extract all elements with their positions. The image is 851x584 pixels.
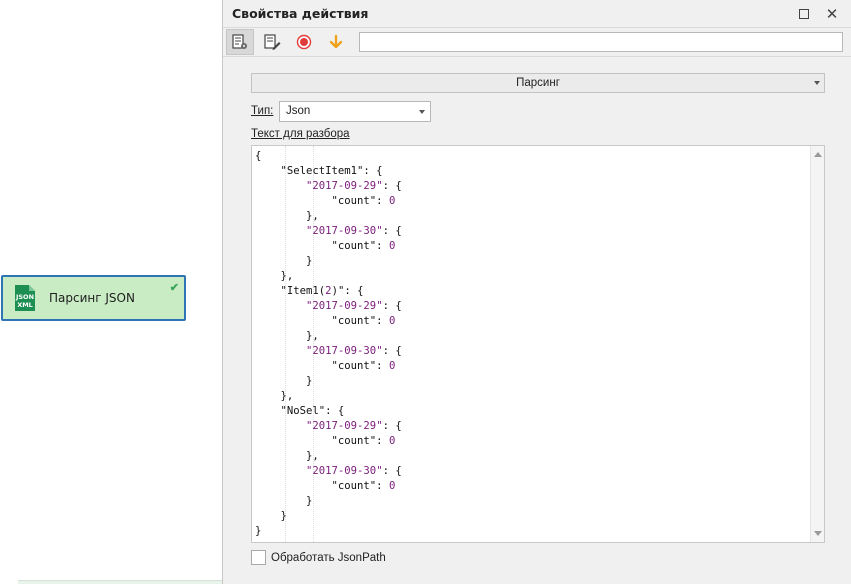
editor-line: },	[255, 270, 294, 282]
jsonpath-checkbox[interactable]	[251, 550, 266, 565]
editor-line: "count": 0	[255, 195, 396, 207]
editor-line: "NoSel": {	[255, 405, 345, 417]
checkmark-icon: ✔	[169, 282, 179, 294]
panel-titlebar: Свойства действия	[223, 0, 851, 28]
parse-text-label: Текст для разбора	[251, 128, 350, 140]
editor-line: },	[255, 450, 319, 462]
action-type-combo[interactable]: Парсинг	[251, 73, 825, 93]
action-type-combo-value: Парсинг	[516, 77, 560, 89]
editor-line: "count": 0	[255, 240, 396, 252]
toolbar-search-input[interactable]	[359, 32, 843, 52]
type-select-value: Json	[286, 105, 311, 117]
parse-text-editor[interactable]: { "SelectItem1": { "2017-09-29": { "coun…	[251, 145, 825, 543]
edit-properties-button[interactable]	[258, 29, 286, 55]
type-select[interactable]: Json	[279, 101, 431, 122]
editor-line: }	[255, 255, 313, 267]
editor-line: {	[255, 150, 262, 162]
json-xml-file-icon: JSON XML	[15, 285, 35, 311]
arrow-down-icon	[329, 34, 343, 49]
editor-line: "count": 0	[255, 435, 396, 447]
editor-line: "count": 0	[255, 480, 396, 492]
editor-line: "count": 0	[255, 360, 396, 372]
icon-xml-text: XML	[17, 301, 33, 309]
editor-line: },	[255, 330, 319, 342]
jsonpath-checkbox-label: Обработать JsonPath	[271, 551, 386, 564]
properties-settings-button[interactable]	[226, 29, 254, 55]
editor-line: "2017-09-29": {	[306, 420, 402, 432]
editor-line: "Item1(2)": {	[255, 285, 364, 297]
panel-title: Свойства действия	[232, 6, 369, 21]
editor-line: "2017-09-30": {	[306, 345, 402, 357]
properties-settings-icon	[232, 34, 247, 49]
arrow-down-button[interactable]	[322, 29, 350, 55]
editor-line: "2017-09-30": {	[306, 465, 402, 477]
type-label: Тип:	[251, 105, 274, 117]
action-block-json-parsing[interactable]: JSON XML Парсинг JSON ✔	[1, 275, 186, 321]
editor-line: }	[255, 510, 287, 522]
editor-line: "SelectItem1": {	[255, 165, 383, 177]
editor-line: },	[255, 210, 319, 222]
editor-line: }	[255, 525, 262, 537]
icon-json-text: JSON	[15, 293, 34, 301]
editor-line: }	[255, 375, 313, 387]
action-properties-panel: Свойства действия ✕ Парсинг Тип: Json Те…	[222, 0, 851, 584]
chevron-down-icon	[814, 81, 820, 85]
edit-properties-icon	[264, 34, 281, 50]
editor-scrollbar[interactable]	[810, 146, 824, 542]
project-canvas[interactable]: JSON XML Парсинг JSON ✔	[0, 0, 222, 584]
editor-line: }	[255, 495, 313, 507]
editor-line: },	[255, 390, 294, 402]
record-icon	[296, 34, 312, 50]
record-button[interactable]	[290, 29, 318, 55]
action-block-label: Парсинг JSON	[49, 291, 135, 305]
panel-toolbar	[223, 28, 851, 57]
editor-line: "2017-09-29": {	[306, 300, 402, 312]
jsonpath-checkbox-row[interactable]: Обработать JsonPath	[251, 550, 386, 565]
editor-line: "2017-09-29": {	[306, 180, 402, 192]
scroll-down-icon[interactable]	[814, 531, 822, 536]
maximize-icon[interactable]	[795, 5, 813, 23]
editor-line: "count": 0	[255, 315, 396, 327]
chevron-down-icon	[419, 110, 425, 114]
canvas-bottom-strip	[18, 580, 222, 584]
editor-line: "2017-09-30": {	[306, 225, 402, 237]
scroll-up-icon[interactable]	[814, 152, 822, 157]
editor-code: { "SelectItem1": { "2017-09-29": { "coun…	[255, 149, 402, 539]
close-icon[interactable]: ✕	[823, 5, 841, 23]
